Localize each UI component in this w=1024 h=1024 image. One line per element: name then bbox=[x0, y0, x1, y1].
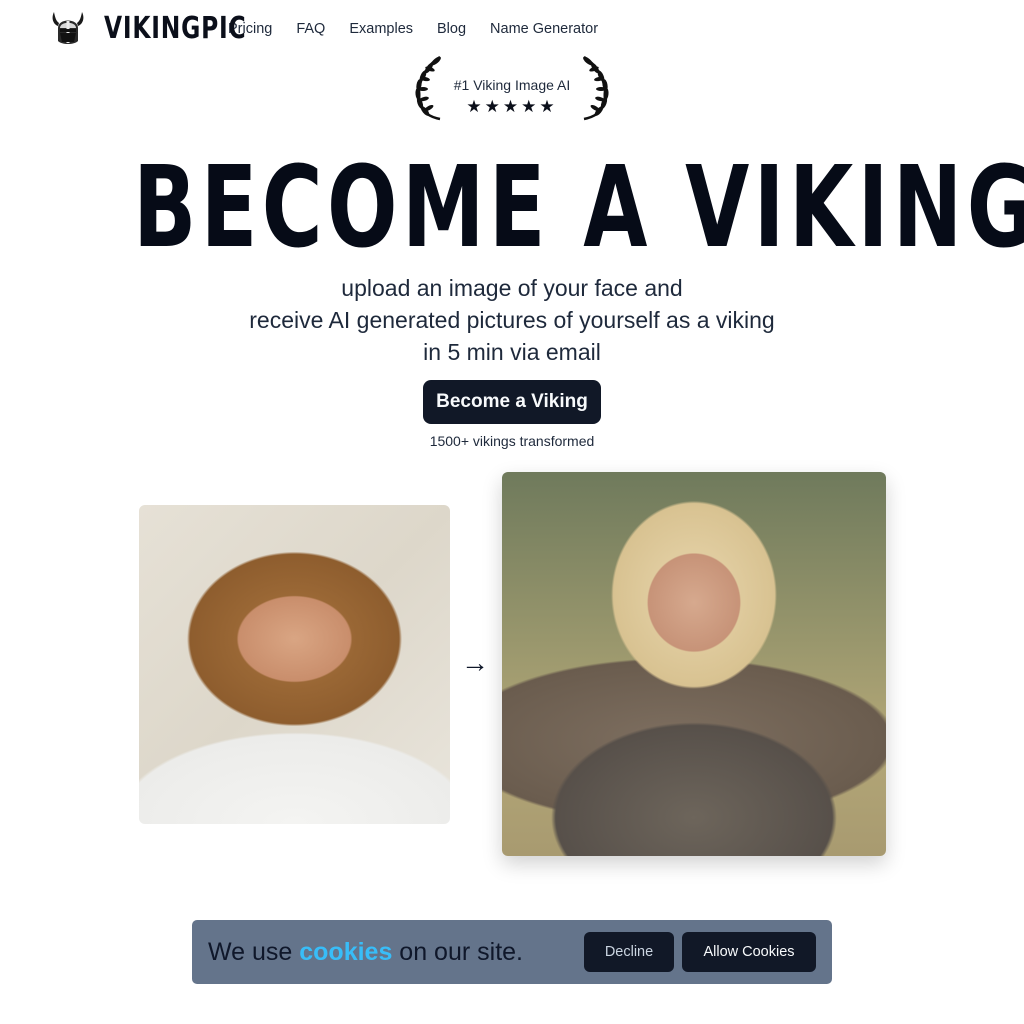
star-rating: ★★★★★ bbox=[466, 97, 558, 116]
nav-link-faq[interactable]: FAQ bbox=[296, 21, 325, 37]
subtitle-line: receive AI generated pictures of yoursel… bbox=[249, 307, 775, 333]
cookie-banner: We use cookies on our site. Decline Allo… bbox=[192, 920, 832, 984]
nav-link-blog[interactable]: Blog bbox=[437, 21, 466, 37]
badge-text: #1 Viking Image AI bbox=[453, 77, 571, 93]
subtitle-line: in 5 min via email bbox=[423, 339, 601, 365]
nav-links: Pricing FAQ Examples Blog Name Generator bbox=[228, 19, 622, 37]
arrow-right-icon: → bbox=[461, 647, 489, 678]
logo-text[interactable]: VIKINGPIC bbox=[104, 11, 246, 46]
cookie-text-after: on our site. bbox=[392, 937, 523, 966]
top-nav: VIKINGPIC Pricing FAQ Examples Blog Name… bbox=[50, 6, 622, 50]
social-proof-text: 1500+ vikings transformed bbox=[429, 433, 595, 449]
hero-subtitle: upload an image of your face and receive… bbox=[0, 272, 1024, 368]
before-photo bbox=[139, 505, 450, 824]
viking-helmet-icon[interactable] bbox=[50, 8, 86, 48]
nav-link-name-generator[interactable]: Name Generator bbox=[490, 21, 598, 37]
hero-title: BECOME A VIKING bbox=[133, 143, 1024, 273]
allow-cookies-button[interactable]: Allow Cookies bbox=[682, 932, 816, 972]
nav-link-examples[interactable]: Examples bbox=[349, 21, 413, 37]
cookie-message: We use cookies on our site. bbox=[208, 938, 584, 967]
cookie-text-before: We use bbox=[208, 937, 300, 966]
decline-cookies-button[interactable]: Decline bbox=[584, 932, 674, 972]
after-viking-photo bbox=[502, 472, 886, 856]
become-a-viking-button[interactable]: Become a Viking bbox=[423, 380, 601, 424]
subtitle-line: upload an image of your face and bbox=[341, 275, 683, 301]
cookies-link[interactable]: cookies bbox=[299, 938, 392, 966]
award-badge: #1 Viking Image AI ★★★★★ bbox=[410, 55, 614, 121]
